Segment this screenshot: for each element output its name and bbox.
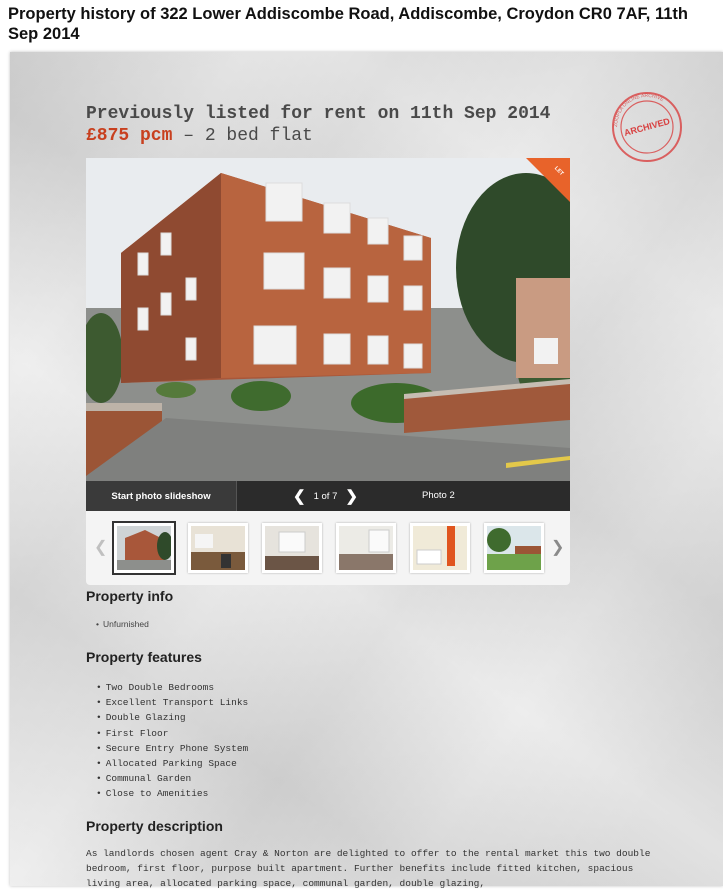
thumb-bathroom[interactable] xyxy=(410,523,470,573)
thumb-garden[interactable] xyxy=(484,523,544,573)
photo-label: Photo 2 xyxy=(422,490,455,501)
thumb-next-icon[interactable]: ❯ xyxy=(551,537,564,557)
list-item: Excellent Transport Links xyxy=(96,695,249,710)
property-info-heading: Property info xyxy=(86,588,174,604)
thumb-exterior[interactable] xyxy=(112,521,176,575)
thumb-bedroom[interactable] xyxy=(336,523,396,573)
list-item: Double Glazing xyxy=(96,710,248,725)
property-info-list: Unfurnished xyxy=(96,617,149,632)
page-title: Property history of 322 Lower Addiscombe… xyxy=(8,5,688,43)
start-slideshow-button[interactable]: Start photo slideshow xyxy=(86,481,237,511)
property-features-list: Two Double Bedrooms Excellent Transport … xyxy=(96,680,249,802)
main-photo[interactable]: LET xyxy=(86,158,570,481)
archived-stamp: ZOOPLA ONLINE ARCHIVE ARCHIVED xyxy=(610,90,684,164)
property-description-text: As landlords chosen agent Cray & Norton … xyxy=(86,848,651,889)
listing-headline: Previously listed for rent on 11th Sep 2… xyxy=(86,104,551,124)
price-line: £875 pcm – 2 bed flat xyxy=(86,126,313,147)
thumb-kitchen[interactable] xyxy=(188,523,248,573)
list-item: Communal Garden xyxy=(96,771,248,786)
photo-counter: 1 of 7 xyxy=(313,490,338,502)
list-item: Two Double Bedrooms xyxy=(96,680,248,695)
listing-summary: – 2 bed flat xyxy=(172,126,313,146)
chevron-right-icon[interactable]: ❯ xyxy=(345,487,358,505)
chevron-left-icon[interactable]: ❮ xyxy=(293,487,306,505)
stamp-text: ARCHIVED xyxy=(623,116,671,138)
photo-controls-bar: Start photo slideshow ❮ 1 of 7 ❯ Photo 2 xyxy=(86,481,570,511)
list-item: Unfurnished xyxy=(96,617,149,632)
let-ribbon: LET xyxy=(526,158,570,202)
list-item: First Floor xyxy=(96,726,248,741)
property-description-heading: Property description xyxy=(86,818,223,834)
photo-pager: ❮ 1 of 7 ❯ xyxy=(293,481,358,511)
price: £875 pcm xyxy=(86,126,173,146)
list-item: Allocated Parking Space xyxy=(96,756,248,771)
thumb-living-room[interactable] xyxy=(262,523,322,573)
list-item: Secure Entry Phone System xyxy=(96,741,249,756)
thumbnail-strip: ❮ ❯ xyxy=(86,511,570,585)
list-item: Close to Amenities xyxy=(96,786,248,801)
property-features-heading: Property features xyxy=(86,649,202,665)
thumb-prev-icon[interactable]: ❮ xyxy=(94,537,107,557)
